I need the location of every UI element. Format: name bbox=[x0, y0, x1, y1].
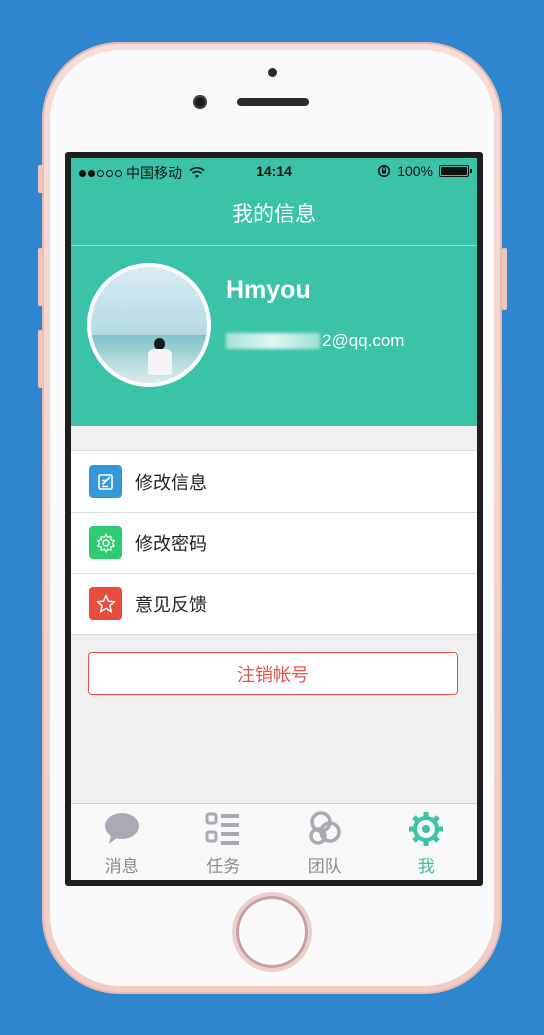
gear-icon bbox=[409, 812, 444, 846]
battery-icon bbox=[439, 165, 472, 177]
proximity-sensor bbox=[268, 68, 277, 77]
tab-label: 消息 bbox=[104, 857, 139, 876]
tab-label: 我 bbox=[417, 857, 435, 876]
screen-bezel: 中国移动 14:14 100% 我的信息 Hmyou 2@qq.com 修改信息… bbox=[65, 152, 483, 886]
star-icon bbox=[89, 587, 122, 620]
team-icon bbox=[309, 811, 341, 845]
gear-icon bbox=[89, 526, 122, 559]
task-list-icon bbox=[205, 812, 240, 845]
profile-header: Hmyou 2@qq.com bbox=[71, 246, 477, 426]
app-screen: 中国移动 14:14 100% 我的信息 Hmyou 2@qq.com 修改信息… bbox=[71, 158, 477, 880]
tab-me[interactable]: 我 bbox=[376, 804, 478, 880]
tab-label: 任务 bbox=[206, 857, 241, 876]
menu-item-feedback[interactable]: 意见反馈 bbox=[71, 573, 477, 634]
power-button bbox=[502, 248, 507, 310]
email-suffix: 2@qq.com bbox=[322, 331, 405, 350]
settings-menu: 修改信息 修改密码 意见反馈 bbox=[71, 450, 477, 635]
chat-bubble-icon bbox=[104, 813, 139, 844]
menu-item-change-password[interactable]: 修改密码 bbox=[71, 512, 477, 573]
tab-messages[interactable]: 消息 bbox=[71, 804, 173, 880]
status-bar: 中国移动 14:14 100% bbox=[71, 158, 477, 184]
page-title: 我的信息 bbox=[71, 184, 477, 246]
menu-item-edit-info[interactable]: 修改信息 bbox=[71, 451, 477, 512]
avatar[interactable] bbox=[87, 263, 211, 387]
home-button[interactable] bbox=[236, 896, 308, 968]
logout-button[interactable]: 注销帐号 bbox=[88, 652, 458, 695]
menu-item-label: 修改信息 bbox=[135, 472, 207, 493]
battery-percent: 100% bbox=[397, 163, 433, 179]
earpiece-speaker bbox=[237, 98, 309, 106]
tab-team[interactable]: 团队 bbox=[274, 804, 376, 880]
menu-item-label: 修改密码 bbox=[135, 533, 207, 554]
volume-down-button bbox=[38, 330, 43, 388]
status-right: 100% bbox=[377, 163, 472, 179]
tab-tasks[interactable]: 任务 bbox=[173, 804, 275, 880]
tab-label: 团队 bbox=[307, 857, 342, 876]
menu-item-label: 意见反馈 bbox=[135, 594, 207, 615]
volume-up-button bbox=[38, 248, 43, 306]
email-redacted bbox=[226, 333, 320, 349]
email: 2@qq.com bbox=[226, 331, 404, 351]
rotation-lock-icon bbox=[378, 164, 391, 178]
front-camera bbox=[193, 95, 207, 109]
username: Hmyou bbox=[226, 276, 311, 304]
tab-bar: 消息 任务 团队 我 bbox=[71, 803, 477, 880]
edit-icon bbox=[89, 465, 122, 498]
mute-switch bbox=[38, 165, 43, 193]
